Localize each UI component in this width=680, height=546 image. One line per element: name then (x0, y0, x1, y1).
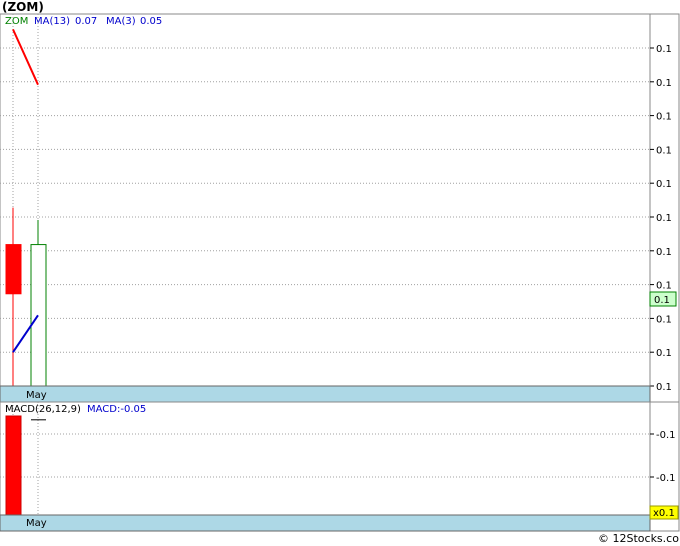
stock-chart: (ZOM) 0.1 0.1 0.1 0.1 0.1 0.1 0.1 0.1 0.1 0.1 0.1 … (0, 0, 680, 545)
macd-x-tick-may: May (26, 518, 47, 529)
x-tick-may: May (26, 390, 47, 401)
price-y-tick-label: 0.1 (656, 78, 672, 89)
current-macd-label: x0.1 (653, 508, 675, 519)
legend-ma3-label: MA(3) (106, 16, 136, 27)
price-y-tick-label: 0.1 (656, 382, 672, 393)
price-y-tick-label: 0.1 (656, 179, 672, 190)
footer-credit: © 12Stocks.com (598, 532, 680, 545)
macd-panel-frame (0, 401, 680, 532)
macd-x-axis-band (0, 514, 651, 532)
legend-ma3-value: 0.05 (140, 16, 162, 27)
legend-ma13-value: 0.07 (75, 16, 97, 27)
price-y-tick-label: 0.1 (656, 145, 672, 156)
price-y-tick-label: 0.1 (656, 44, 672, 55)
price-y-tick-label: 0.1 (656, 281, 672, 292)
macd-y-tick-label: -0.1 (656, 430, 676, 441)
macd-y-tick-label: -0.1 (656, 473, 676, 484)
macd-legend-value: MACD:-0.05 (87, 404, 146, 415)
price-panel-frame (0, 13, 680, 403)
macd-bar (5, 415, 22, 516)
legend-ma13-label: MA(13) (34, 16, 70, 27)
price-y-tick-label: 0.1 (656, 348, 672, 359)
macd-legend-label: MACD(26,12,9) (5, 404, 81, 415)
candle-body (30, 244, 47, 387)
price-y-tick-label: 0.1 (656, 314, 672, 325)
candle-body (5, 244, 22, 295)
price-panel: 0.1 0.1 0.1 0.1 0.1 0.1 0.1 0.1 0.1 0.1 0.1 May ZO… (0, 13, 680, 403)
price-y-tick-label: 0.1 (656, 213, 672, 224)
chart-title: (ZOM) (2, 0, 44, 14)
price-y-tick-label: 0.1 (656, 112, 672, 123)
current-price-label: 0.1 (654, 295, 670, 306)
legend-ticker: ZOM (5, 16, 28, 27)
macd-panel: -0.1 -0.1 May MACD(26,12,9) MACD:-0.05 x0… (0, 401, 680, 532)
price-y-tick-label: 0.1 (656, 247, 672, 258)
price-x-axis-band (0, 385, 651, 403)
